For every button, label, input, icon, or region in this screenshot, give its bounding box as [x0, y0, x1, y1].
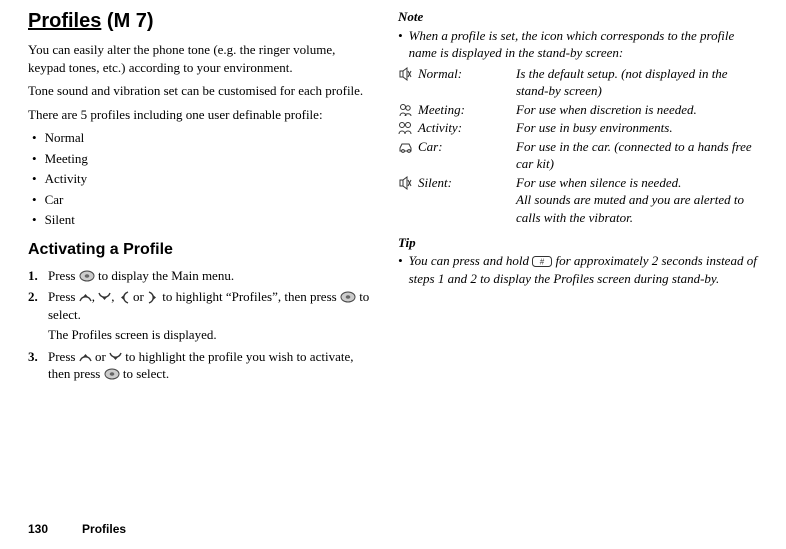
bullet-dot: •	[398, 252, 403, 287]
step-3: Press or to highlight the profile you wi…	[28, 348, 376, 383]
note-text: When a profile is set, the icon which co…	[409, 27, 758, 62]
step-2: Press , , or to highlight “Profiles”, th…	[28, 288, 376, 344]
profile-label: Meeting:	[418, 101, 516, 120]
nav-right-icon	[147, 291, 159, 304]
list-item: Normal	[28, 129, 376, 147]
steps-list: Press to display the Main menu. Press , …	[28, 267, 376, 383]
profile-desc: For use when discretion is needed.	[516, 101, 758, 120]
footer-section: Profiles	[82, 522, 126, 536]
note-heading: Note	[398, 8, 758, 26]
nav-up-icon	[79, 351, 92, 363]
table-row: Car: For use in the car. (connected to a…	[398, 138, 758, 174]
center-key-icon	[104, 368, 120, 380]
page-footer: 130 Profiles	[28, 521, 126, 537]
list-item: Activity	[28, 170, 376, 188]
bullet-dot: •	[398, 27, 403, 62]
tip-text: You can press and hold # for approximate…	[409, 252, 758, 287]
profile-label: Silent:	[418, 174, 516, 228]
list-item: Car	[28, 191, 376, 209]
profile-desc: For use in the car. (connected to a hand…	[516, 138, 758, 174]
center-key-icon	[340, 291, 356, 303]
intro-para-3: There are 5 profiles including one user …	[28, 106, 376, 124]
meeting-profile-icon	[398, 103, 412, 117]
normal-profile-icon	[398, 67, 412, 81]
nav-up-icon	[79, 291, 92, 303]
table-row: Activity: For use in busy environments.	[398, 119, 758, 138]
profile-desc: For use when silence is needed.All sound…	[516, 174, 758, 228]
svg-text:#: #	[540, 257, 545, 266]
list-item: Meeting	[28, 150, 376, 168]
profile-label: Activity:	[418, 119, 516, 138]
center-key-icon	[79, 270, 95, 282]
nav-left-icon	[118, 291, 130, 304]
step-2-note: The Profiles screen is displayed.	[48, 326, 376, 344]
list-item: Silent	[28, 211, 376, 229]
profile-desc: Is the default setup. (not displayed in …	[516, 65, 758, 101]
activating-heading: Activating a Profile	[28, 239, 376, 261]
profiles-table: Normal: Is the default setup. (not displ…	[398, 65, 758, 228]
profile-label: Car:	[418, 138, 516, 174]
profile-desc: For use in busy environments.	[516, 119, 758, 138]
step-1: Press to display the Main menu.	[28, 267, 376, 285]
table-row: Meeting: For use when discretion is need…	[398, 101, 758, 120]
intro-para-2: Tone sound and vibration set can be cust…	[28, 82, 376, 100]
table-row: Normal: Is the default setup. (not displ…	[398, 65, 758, 101]
car-profile-icon	[398, 141, 413, 153]
profile-label: Normal:	[418, 65, 516, 101]
page-number: 130	[28, 522, 48, 536]
page-title: Profiles (M 7)	[28, 8, 376, 35]
nav-down-icon	[98, 291, 111, 303]
hash-key-icon: #	[532, 256, 552, 267]
intro-para-1: You can easily alter the phone tone (e.g…	[28, 41, 376, 76]
nav-down-icon	[109, 351, 122, 363]
table-row: Silent: For use when silence is needed.A…	[398, 174, 758, 228]
tip-heading: Tip	[398, 234, 758, 252]
activity-profile-icon	[398, 121, 412, 135]
silent-profile-icon	[398, 176, 412, 190]
profile-list: Normal Meeting Activity Car Silent	[28, 129, 376, 229]
